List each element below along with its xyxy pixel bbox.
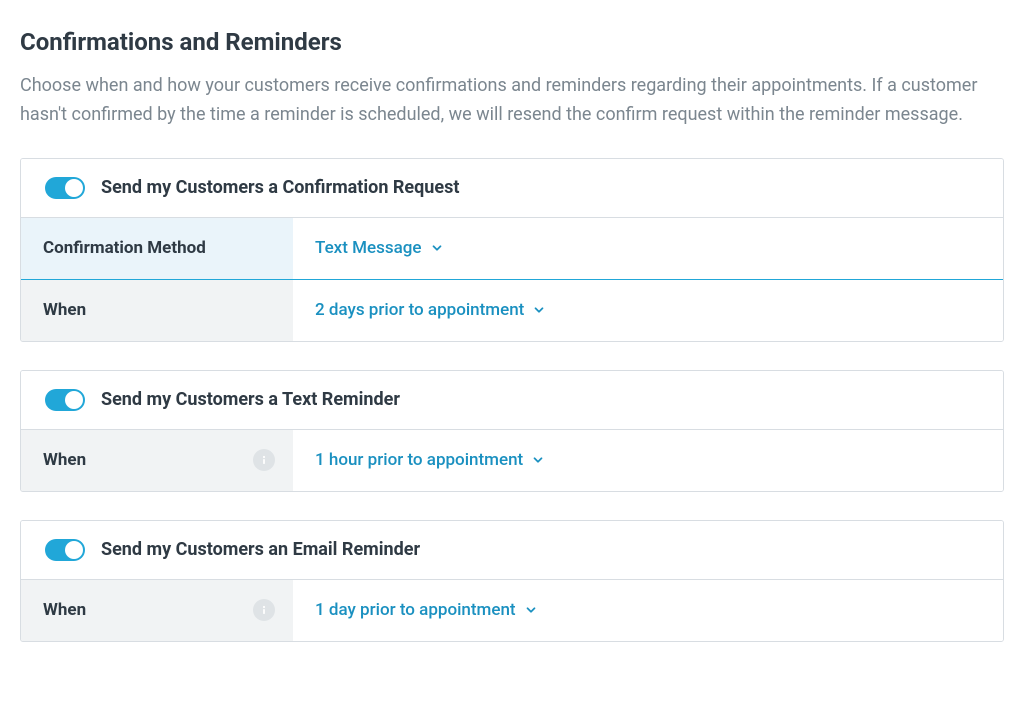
- email-reminder-when-dropdown[interactable]: 1 day prior to appointment: [315, 600, 538, 620]
- toggle-knob: [65, 179, 83, 197]
- text-reminder-title: Send my Customers a Text Reminder: [101, 389, 400, 410]
- email-reminder-when-value-cell: 1 day prior to appointment: [293, 580, 1003, 641]
- info-icon[interactable]: [253, 449, 275, 471]
- text-reminder-when-label: When: [21, 430, 293, 491]
- toggle-knob: [65, 391, 83, 409]
- chevron-down-icon: [531, 453, 545, 467]
- text-reminder-when-dropdown[interactable]: 1 hour prior to appointment: [315, 450, 545, 470]
- toggle-knob: [65, 541, 83, 559]
- text-reminder-when-row: When 1 hour prior to appointment: [21, 429, 1003, 491]
- confirmation-when-label: When: [21, 280, 293, 341]
- text-reminder-when-value-cell: 1 hour prior to appointment: [293, 430, 1003, 491]
- text-reminder-toggle[interactable]: [45, 389, 85, 411]
- email-reminder-toggle[interactable]: [45, 539, 85, 561]
- chevron-down-icon: [524, 603, 538, 617]
- confirmation-method-value: Text Message: [315, 238, 422, 258]
- confirmation-when-value: 2 days prior to appointment: [315, 300, 524, 320]
- text-reminder-when-value: 1 hour prior to appointment: [315, 450, 523, 470]
- confirmation-request-toggle[interactable]: [45, 177, 85, 199]
- confirmation-when-row: When 2 days prior to appointment: [21, 279, 1003, 341]
- email-reminder-header: Send my Customers an Email Reminder: [21, 521, 1003, 579]
- confirmation-when-value-cell: 2 days prior to appointment: [293, 280, 1003, 341]
- page-description: Choose when and how your customers recei…: [20, 72, 980, 130]
- page-title: Confirmations and Reminders: [20, 28, 1004, 56]
- confirmation-when-label-text: When: [43, 300, 86, 320]
- confirmation-request-panel: Send my Customers a Confirmation Request…: [20, 158, 1004, 342]
- confirmation-method-label-text: Confirmation Method: [43, 238, 206, 258]
- chevron-down-icon: [532, 303, 546, 317]
- text-reminder-header: Send my Customers a Text Reminder: [21, 371, 1003, 429]
- email-reminder-panel: Send my Customers an Email Reminder When…: [20, 520, 1004, 642]
- text-reminder-panel: Send my Customers a Text Reminder When 1…: [20, 370, 1004, 492]
- email-reminder-when-label: When: [21, 580, 293, 641]
- text-reminder-when-label-text: When: [43, 450, 86, 470]
- confirmation-request-header: Send my Customers a Confirmation Request: [21, 159, 1003, 217]
- email-reminder-when-label-text: When: [43, 600, 86, 620]
- info-icon[interactable]: [253, 599, 275, 621]
- confirmation-method-dropdown[interactable]: Text Message: [315, 238, 444, 258]
- chevron-down-icon: [430, 241, 444, 255]
- confirmation-request-title: Send my Customers a Confirmation Request: [101, 177, 459, 198]
- confirmation-method-row: Confirmation Method Text Message: [21, 217, 1003, 279]
- confirmation-when-dropdown[interactable]: 2 days prior to appointment: [315, 300, 546, 320]
- email-reminder-when-row: When 1 day prior to appointment: [21, 579, 1003, 641]
- confirmation-method-label: Confirmation Method: [21, 218, 293, 279]
- email-reminder-when-value: 1 day prior to appointment: [315, 600, 516, 620]
- confirmation-method-value-cell: Text Message: [293, 218, 1003, 279]
- email-reminder-title: Send my Customers an Email Reminder: [101, 539, 420, 560]
